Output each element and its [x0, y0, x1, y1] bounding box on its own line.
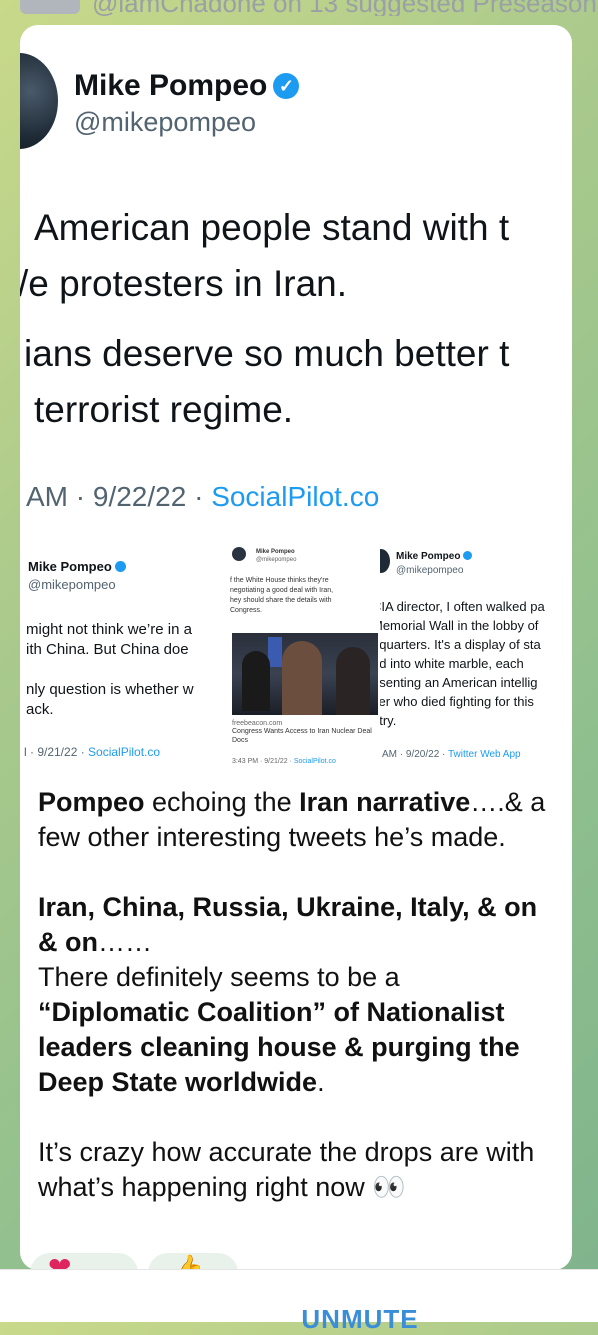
thumb-line: Congress.: [230, 607, 262, 614]
thumb-author-handle: @mikepompeo: [28, 577, 116, 592]
message-bubble: Mike Pompeo ✓ @mikepompeo American people…: [20, 25, 572, 1270]
avatar: [232, 547, 246, 561]
tweet-meta: AM · 9/22/22 · SocialPilot.co: [26, 481, 379, 513]
tweet-line: /e protesters in Iran.: [20, 263, 348, 304]
thumb-line: nly question is whether w: [26, 681, 194, 698]
tweet-line: terrorist regime.: [34, 389, 294, 430]
person-shape: [336, 647, 370, 715]
tweet-thumbnail[interactable]: Mike Pompeo @mikepompeo CIA director, I …: [380, 545, 572, 795]
thumb-source: SocialPilot.co: [293, 758, 336, 765]
message-paragraph: Iran, China, Russia, Ukraine, Italy, & o…: [38, 890, 558, 960]
message-span: It’s crazy how accurate the drops are wi…: [38, 1137, 535, 1202]
verified-icon: ✓: [273, 73, 300, 99]
reaction-thumbs-up[interactable]: 👍: [148, 1253, 238, 1270]
tweet-thumbnail[interactable]: Mike Pompeo @mikepompeo f the White Hous…: [230, 545, 380, 795]
thumb-line: ntry.: [380, 713, 397, 728]
message-span: .: [317, 1067, 325, 1097]
message-span: ……: [98, 927, 152, 957]
tweet-source: SocialPilot.co: [211, 481, 380, 512]
verified-icon: [463, 551, 473, 560]
thumb-line: dquarters. It's a display of sta: [380, 637, 541, 652]
thumb-author-row: Mike Pompeo: [396, 551, 473, 562]
bottom-bar: UNMUTE: [0, 1269, 598, 1334]
reaction-heart[interactable]: ❤: [30, 1253, 138, 1270]
thumb-line: hey should share the details with: [230, 597, 332, 604]
thumb-author-row: Mike Pompeo: [28, 559, 126, 574]
person-shape: [282, 641, 322, 715]
thumb-author-handle: @mikepompeo: [396, 565, 464, 576]
message-span: There definitely seems to be a: [38, 962, 400, 992]
tweet-thumbnails: Mike Pompeo @mikepompeo might not think …: [20, 545, 572, 795]
message-span: Iran narrative: [299, 787, 471, 817]
forwarded-header: @iamChadone on 13 suggested Preseason: [0, 0, 598, 16]
thumb-time: l · 9/21/22 ·: [24, 745, 89, 759]
tweet-time: AM · 9/22/22 ·: [26, 481, 212, 512]
thumb-line: might not think we’re in a: [26, 621, 192, 638]
thumb-line: cer who died fighting for this: [380, 694, 534, 709]
message-text: Pompeo echoing the Iran narrative….& a f…: [38, 785, 558, 1205]
thumb-meta: l · 9/21/22 · SocialPilot.co: [24, 745, 160, 759]
message-span: “Diplomatic Coalition” of Nationalist le…: [38, 997, 520, 1097]
news-photo: [232, 633, 378, 715]
thumb-time: AM · 9/20/22 ·: [382, 749, 448, 760]
eyes-emoji: 👀: [372, 1172, 406, 1202]
message-span: Pompeo: [38, 787, 145, 817]
header-avatar: [20, 0, 80, 15]
tweet-author-name: Mike Pompeo: [74, 69, 268, 102]
unmute-button[interactable]: UNMUTE: [0, 1304, 598, 1335]
flag-shape: [268, 637, 282, 667]
thumb-line: esenting an American intellig: [380, 675, 538, 690]
thumb-source: Twitter Web App: [447, 749, 521, 760]
thumb-meta: 3:43 PM · 9/21/22 · SocialPilot.co: [232, 757, 336, 766]
message-paragraph: It’s crazy how accurate the drops are wi…: [38, 1135, 558, 1205]
heart-icon: ❤: [48, 1252, 72, 1271]
person-shape: [242, 651, 270, 711]
thumb-line: Memorial Wall in the lobby of: [380, 618, 539, 633]
message-paragraph: Pompeo echoing the Iran narrative….& a f…: [38, 785, 558, 855]
main-tweet-screenshot[interactable]: Mike Pompeo ✓ @mikepompeo American people…: [20, 25, 572, 545]
tweet-author-handle: @mikepompeo: [74, 107, 256, 137]
tweet-line: ians deserve so much better t: [24, 333, 510, 374]
thumb-author-handle: @mikepompeo: [256, 557, 297, 563]
thumb-meta: AM · 9/20/22 · Twitter Web App: [382, 749, 521, 760]
thumb-line: f the White House thinks they're: [230, 577, 329, 584]
header-text: @iamChadone on 13 suggested Preseason: [92, 0, 597, 16]
thumb-author-name: Mike Pompeo: [396, 551, 461, 562]
thumb-line: CIA director, I often walked pa: [380, 599, 545, 614]
avatar: [380, 549, 390, 573]
thumb-line: ith China. But China doe: [26, 641, 189, 658]
thumb-line: negotiating a good deal with Iran,: [230, 587, 334, 594]
tweet-thumbnail[interactable]: Mike Pompeo @mikepompeo might not think …: [20, 545, 230, 795]
avatar: [20, 53, 58, 149]
message-paragraph: There definitely seems to be a “Diplomat…: [38, 960, 558, 1100]
link-title: Congress Wants Access to Iran Nuclear De…: [232, 728, 372, 744]
thumb-line: ed into white marble, each: [380, 656, 524, 671]
tweet-author-row: Mike Pompeo ✓: [74, 69, 300, 103]
message-span: echoing the: [144, 787, 300, 817]
thumbs-up-icon: 👍: [172, 1253, 205, 1270]
thumb-time: 3:43 PM · 9/21/22 ·: [232, 758, 294, 765]
tweet-line: American people stand with t: [34, 207, 510, 248]
verified-icon: [114, 561, 126, 572]
thumb-line: ack.: [26, 701, 54, 718]
thumb-author-name: Mike Pompeo: [28, 559, 112, 574]
thumb-source: SocialPilot.co: [88, 745, 161, 759]
